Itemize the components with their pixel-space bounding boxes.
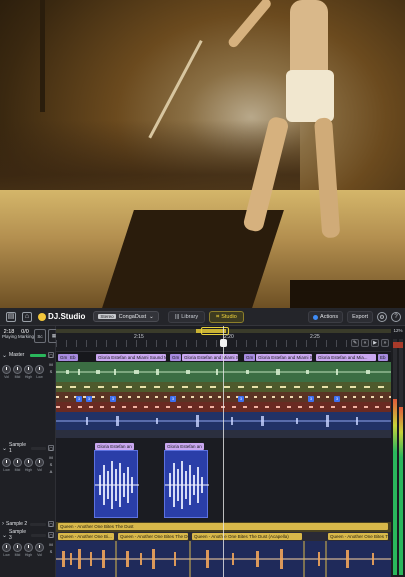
- deck-options-icon[interactable]: ▢: [48, 445, 54, 451]
- chevron-down-icon[interactable]: ⌄: [2, 352, 7, 359]
- level-meter: [31, 446, 47, 450]
- logo-mark-icon: [38, 312, 46, 321]
- sidebar-toggle-icon[interactable]: ▤: [6, 311, 16, 322]
- mute-solo[interactable]: MS: [48, 361, 54, 375]
- deck-options-icon[interactable]: ▢: [48, 532, 54, 538]
- performer: [226, 0, 360, 250]
- track-segment-label[interactable]: Gloria Estefan and Miami Sound ...: [256, 354, 312, 361]
- clip-indicator: [393, 342, 403, 348]
- library-icon: |||: [175, 314, 180, 320]
- deck-sample-2: › Sample 2 ▢: [2, 521, 54, 527]
- pencil-icon[interactable]: ✎: [351, 339, 359, 347]
- view-tabs: ||| Library ⌗ Studio: [168, 311, 244, 323]
- help-icon[interactable]: ?: [391, 312, 401, 322]
- tab-library[interactable]: ||| Library: [168, 311, 206, 323]
- track-segment-label[interactable]: Queen - Another One Bites The Dust: [328, 533, 388, 540]
- studio-icon: ⌗: [216, 313, 220, 320]
- clip-waveform: [165, 461, 209, 509]
- playhead: [223, 326, 224, 577]
- key-tag: Gm: [170, 354, 182, 361]
- deck-sample-3: ⌄ Sample 3 ▢ Low Mid High Vol MS: [0, 529, 56, 557]
- knob-high[interactable]: High: [24, 458, 33, 472]
- track-segment-label[interactable]: Queen - Anoth e One Bites The Dust (Acap…: [192, 533, 302, 540]
- right-toolbar: Actions Export ⚙ ?: [308, 311, 401, 323]
- video-preview[interactable]: [0, 0, 405, 308]
- export-button[interactable]: Export: [347, 311, 373, 323]
- counter-playing: 2:18 Playing: [2, 329, 17, 340]
- key-tag: Eb: [68, 354, 78, 361]
- knob-mid[interactable]: Mid: [13, 543, 22, 557]
- top-toolbar: ▤ ⌂ DJ.Studio Stereo CongaDust ⌄ ||| Lib…: [0, 308, 405, 326]
- sync-button[interactable]: Sc: [34, 329, 46, 343]
- clip-waveform: [95, 461, 139, 509]
- dj-studio-app: ▤ ⌂ DJ.Studio Stereo CongaDust ⌄ ||| Lib…: [0, 308, 405, 577]
- meter-left: [393, 399, 397, 575]
- timeline[interactable]: 2:15 2:20 2:25 ✎ « ▶ » Gm Eb Gloria Este…: [56, 326, 391, 577]
- track-segment-label[interactable]: Gloria Estefan and Mia...: [316, 354, 376, 361]
- meter-right: [399, 407, 403, 575]
- sample-clip[interactable]: Gloria Estefan an: [164, 443, 209, 518]
- chevron-down-icon[interactable]: ⌄: [2, 445, 7, 452]
- mute-solo[interactable]: MSA: [48, 454, 54, 475]
- mix-badge: Stereo: [98, 314, 116, 319]
- mix-selector[interactable]: Stereo CongaDust ⌄: [93, 311, 159, 322]
- stage-monitor-2: [290, 280, 405, 308]
- sample-clip[interactable]: Gloria Estefan an: [94, 443, 139, 518]
- knob-vol[interactable]: Vol: [2, 365, 11, 379]
- playback-counters: 2:18 Playing 0/0 Marking Sc ▦: [2, 329, 60, 347]
- home-icon[interactable]: ⌂: [22, 311, 32, 322]
- cue-marker[interactable]: 3: [170, 396, 176, 402]
- knob-mid[interactable]: Mid: [13, 458, 22, 472]
- timeline-tools: ✎ « ▶ »: [351, 339, 389, 347]
- actions-icon: [313, 314, 319, 320]
- tab-studio[interactable]: ⌗ Studio: [209, 311, 244, 323]
- knob-low[interactable]: Low: [2, 543, 11, 557]
- key-tag: Gm: [244, 354, 256, 361]
- actions-button[interactable]: Actions: [308, 311, 344, 323]
- app-logo: DJ.Studio: [38, 312, 85, 321]
- knob-high[interactable]: High: [24, 543, 33, 557]
- level-meter: [31, 533, 47, 537]
- track-segment-label[interactable]: Gloria Estefan and Miami Sound ...: [182, 354, 238, 361]
- knob-vol[interactable]: Vol: [35, 543, 44, 557]
- output-meters: 12%: [391, 326, 405, 577]
- stage-pole: [40, 0, 45, 112]
- deck-sample-1: ⌄ Sample 1 ▢ Low Mid High Vol MSA: [0, 442, 56, 475]
- cue-marker[interactable]: 3: [110, 396, 116, 402]
- deck-options-icon[interactable]: ▢: [48, 352, 54, 358]
- knob-high[interactable]: High: [24, 365, 33, 379]
- forward-icon[interactable]: »: [381, 339, 389, 347]
- mute-solo[interactable]: MS: [48, 541, 54, 555]
- mix-name: CongaDust: [118, 313, 147, 320]
- track-segment-label[interactable]: Queen - Another One Bi...: [58, 533, 114, 540]
- cue-marker[interactable]: 3: [76, 396, 82, 402]
- key-tag: Eb: [378, 354, 388, 361]
- level-meter: [30, 353, 46, 357]
- deck-options-icon[interactable]: ▢: [48, 521, 54, 527]
- chevron-down-icon: ⌄: [149, 313, 154, 320]
- knob-low[interactable]: Low: [2, 458, 11, 472]
- knob-vol[interactable]: Vol: [35, 458, 44, 472]
- play-icon[interactable]: ▶: [371, 339, 379, 347]
- level-meter: [30, 522, 46, 526]
- cue-marker[interactable]: 3: [334, 396, 340, 402]
- track-segment-label[interactable]: Gloria Estefan and Miami Sound Machine .…: [96, 354, 166, 361]
- cue-marker[interactable]: 3: [308, 396, 314, 402]
- cue-marker[interactable]: 3: [86, 396, 92, 402]
- screen: ▤ ⌂ DJ.Studio Stereo CongaDust ⌄ ||| Lib…: [0, 0, 405, 577]
- cue-marker[interactable]: 3: [238, 396, 244, 402]
- rewind-icon[interactable]: «: [361, 339, 369, 347]
- chevron-right-icon[interactable]: ›: [2, 521, 4, 527]
- deck-master: ⌄ Master ▢ Vol Mid High Low MS: [0, 351, 56, 379]
- track-segment-label[interactable]: Queen - Another One Bites The Dust: [118, 533, 188, 540]
- knob-low[interactable]: Low: [35, 365, 44, 379]
- knob-mid[interactable]: Mid: [13, 365, 22, 379]
- playhead-handle[interactable]: [220, 339, 227, 347]
- settings-icon[interactable]: ⚙: [377, 312, 387, 322]
- zoom-label: 12%: [393, 328, 403, 333]
- chevron-down-icon[interactable]: ⌄: [2, 532, 7, 539]
- counter-marking: 0/0 Marking: [18, 329, 35, 340]
- deck-controls: 2:18 Playing 0/0 Marking Sc ▦ ⌄ Master ▢ V…: [0, 326, 60, 577]
